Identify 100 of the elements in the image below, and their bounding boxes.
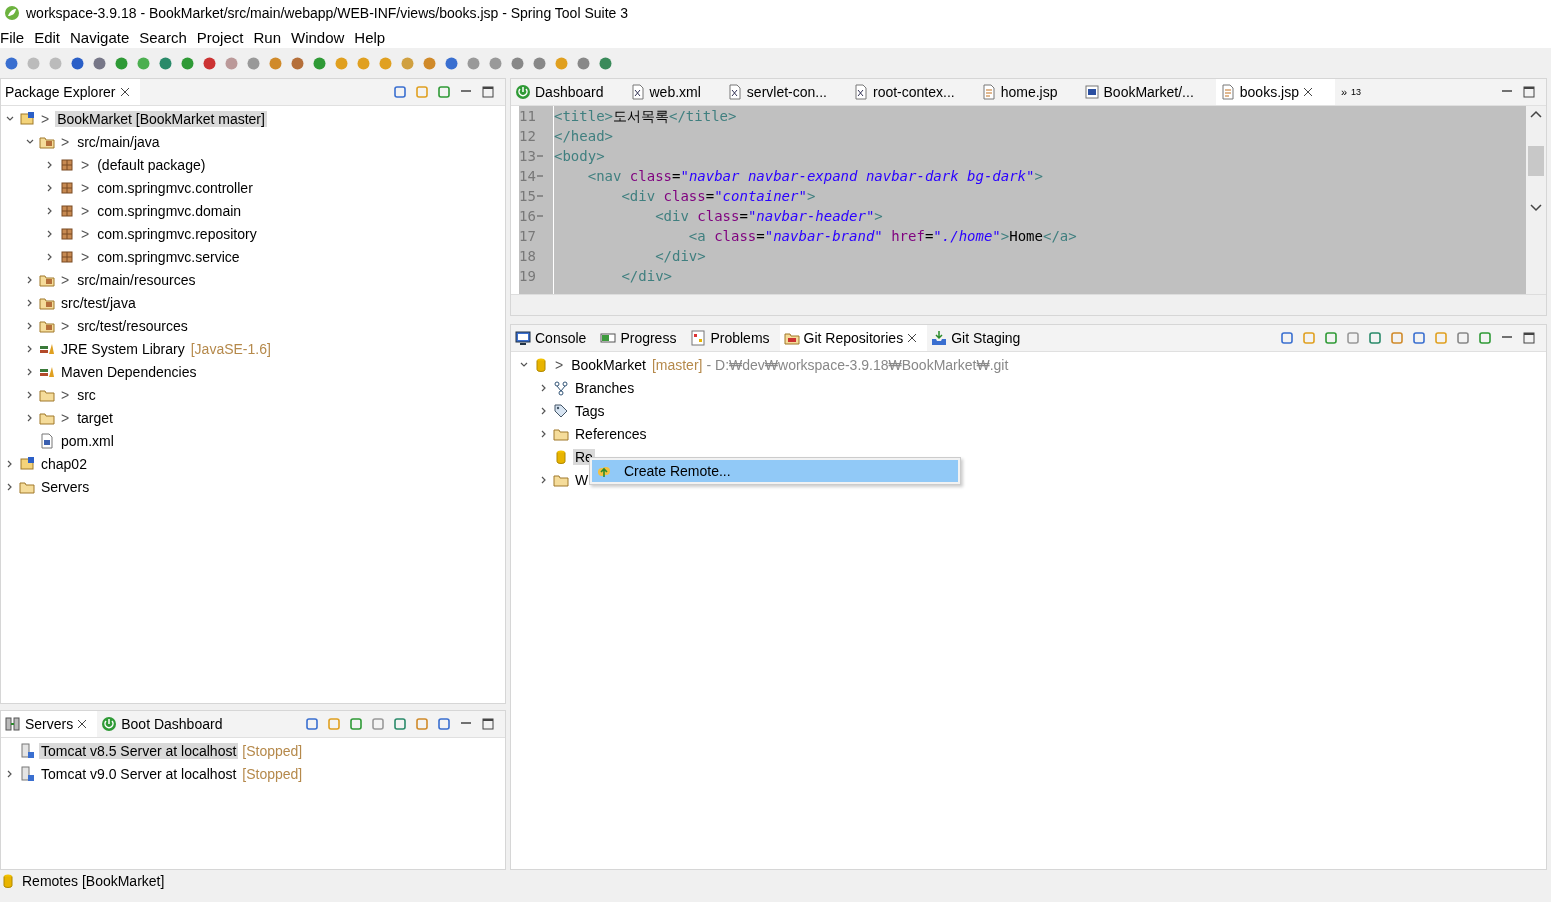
toolbar-icon[interactable] [1324, 331, 1338, 345]
tree-item[interactable]: src [75, 386, 98, 403]
toolbar-icon[interactable] [393, 717, 407, 732]
document-icon [629, 84, 646, 100]
toolbar-icon[interactable] [70, 55, 85, 71]
panel-tab[interactable]: Package Explorer [1, 79, 140, 105]
toolbar-icon[interactable] [290, 55, 305, 71]
editor-tab[interactable]: servlet-con... [722, 79, 849, 105]
horizontal-scrollbar[interactable] [511, 294, 1546, 315]
menu-item[interactable]: Run [253, 28, 291, 46]
tree-item[interactable]: Branches [573, 379, 637, 396]
tree-item[interactable]: src/main/resources [75, 271, 198, 288]
tree-item[interactable]: src/main/java [75, 133, 162, 150]
tree-item[interactable]: com.springmvc.repository [95, 225, 259, 242]
close-icon[interactable] [119, 87, 130, 97]
editor-tab[interactable]: Dashboard [511, 79, 626, 105]
close-icon[interactable] [907, 333, 918, 343]
toolbar-icon[interactable] [349, 717, 363, 732]
menu-item[interactable]: Window [291, 28, 355, 46]
menu-item[interactable]: Project [196, 28, 254, 46]
tree-item[interactable]: BookMarket [BookMarket master] [55, 110, 267, 127]
toolbar-icon[interactable] [114, 55, 129, 71]
toolbar-icon[interactable] [246, 55, 261, 71]
repo-path: - D:₩dev₩workspace-3.9.18₩BookMarket₩.git [706, 356, 1009, 373]
close-icon[interactable] [1302, 87, 1313, 97]
panel-tab[interactable]: Progress [596, 325, 687, 351]
scroll-down-icon[interactable] [1530, 204, 1542, 212]
menu-item[interactable]: Edit [34, 28, 71, 46]
toolbar-icon[interactable] [598, 55, 613, 71]
toolbar-icon[interactable] [422, 55, 437, 71]
tree-item[interactable]: Tomcat v8.5 Server at localhost [39, 742, 239, 759]
toolbar-icon[interactable] [1280, 331, 1294, 345]
toolbar-icon[interactable] [4, 55, 19, 71]
tree-item[interactable]: target [75, 409, 115, 426]
toolbar-icon[interactable] [158, 55, 173, 71]
toolbar-icon[interactable] [1368, 331, 1382, 345]
tree-item[interactable]: src/test/resources [75, 317, 190, 334]
tree-item[interactable]: References [573, 425, 649, 442]
menu-item[interactable]: File [0, 28, 35, 46]
toolbar-icon[interactable] [1346, 331, 1360, 345]
toolbar-icon[interactable] [312, 55, 327, 71]
toolbar-icon[interactable] [415, 717, 429, 732]
close-icon[interactable] [77, 719, 88, 730]
scroll-up-icon[interactable] [1530, 110, 1542, 118]
tree-item[interactable]: pom.xml [59, 432, 116, 449]
maximize-icon[interactable] [481, 85, 495, 99]
panel-tab[interactable]: Problems [686, 325, 780, 351]
menu-item[interactable]: Help [354, 28, 396, 46]
toolbar-icon[interactable] [224, 55, 239, 71]
toolbar-icon[interactable] [136, 55, 151, 71]
toolbar-icon[interactable] [1390, 331, 1404, 345]
tree-item[interactable]: (default package) [95, 156, 208, 173]
toolbar-icon[interactable] [1412, 331, 1426, 345]
maximize-icon[interactable] [1522, 85, 1536, 99]
tree-item[interactable]: Servers [39, 478, 92, 495]
menu-item[interactable]: Search [139, 28, 197, 46]
tree-item[interactable]: Maven Dependencies [59, 363, 199, 380]
toolbar-icon[interactable] [393, 85, 407, 99]
tree-item[interactable]: W [573, 471, 591, 488]
toolbar-icon[interactable] [1456, 331, 1470, 345]
editor-tab[interactable]: BookMarket/... [1079, 79, 1216, 105]
toolbar-icon[interactable] [466, 55, 481, 71]
toolbar-icon[interactable] [305, 717, 319, 732]
tree-item[interactable]: chap02 [39, 455, 89, 472]
toolbar-icon[interactable] [488, 55, 503, 71]
toolbar-icon[interactable] [437, 85, 451, 99]
toolbar-icon[interactable] [371, 717, 385, 732]
toolbar-icon[interactable] [510, 55, 525, 71]
tree-item[interactable]: com.springmvc.domain [95, 202, 244, 219]
tree-item[interactable]: com.springmvc.service [95, 248, 242, 265]
tree-item[interactable]: Tags [573, 402, 607, 419]
tree-item[interactable]: JRE System Library [59, 340, 187, 357]
toolbar-icon[interactable] [92, 55, 107, 71]
line-number: 14 [519, 167, 536, 186]
toolbar-icon[interactable] [576, 55, 591, 71]
menu-item[interactable]: Navigate [70, 28, 140, 46]
toolbar-icon[interactable] [202, 55, 217, 71]
editor-tab[interactable]: root-contex... [849, 79, 977, 105]
tree-item[interactable]: com.springmvc.controller [95, 179, 255, 196]
toolbar-icon[interactable] [268, 55, 283, 71]
menu-item[interactable]: Create Remote... [592, 460, 958, 482]
toolbar-icon[interactable] [444, 55, 459, 71]
panel-tab[interactable]: Boot Dashboard [97, 711, 233, 738]
maximize-icon[interactable] [1522, 331, 1536, 345]
panel-tab[interactable]: Console [511, 325, 597, 351]
editor-tab[interactable]: books.jsp [1215, 79, 1335, 105]
maximize-icon[interactable] [481, 717, 495, 732]
editor-tab[interactable]: web.xml [625, 79, 723, 105]
toolbar-icon[interactable] [532, 55, 547, 71]
tree-item[interactable]: src/test/java [59, 294, 138, 311]
toolbar-icon[interactable] [437, 717, 451, 732]
panel-tab[interactable]: Git Repositories [779, 325, 928, 351]
toolbar-icon[interactable] [1478, 331, 1492, 345]
editor-tab[interactable]: home.jsp [976, 79, 1080, 105]
tree-item[interactable]: BookMarket [569, 356, 648, 373]
tree-item[interactable]: Tomcat v9.0 Server at localhost [39, 765, 239, 782]
panel-tab[interactable]: Servers [1, 711, 98, 738]
toolbar-icon[interactable] [180, 55, 195, 71]
panel-tab[interactable]: Git Staging [927, 325, 1031, 351]
scrollbar-thumb[interactable] [1528, 146, 1544, 176]
